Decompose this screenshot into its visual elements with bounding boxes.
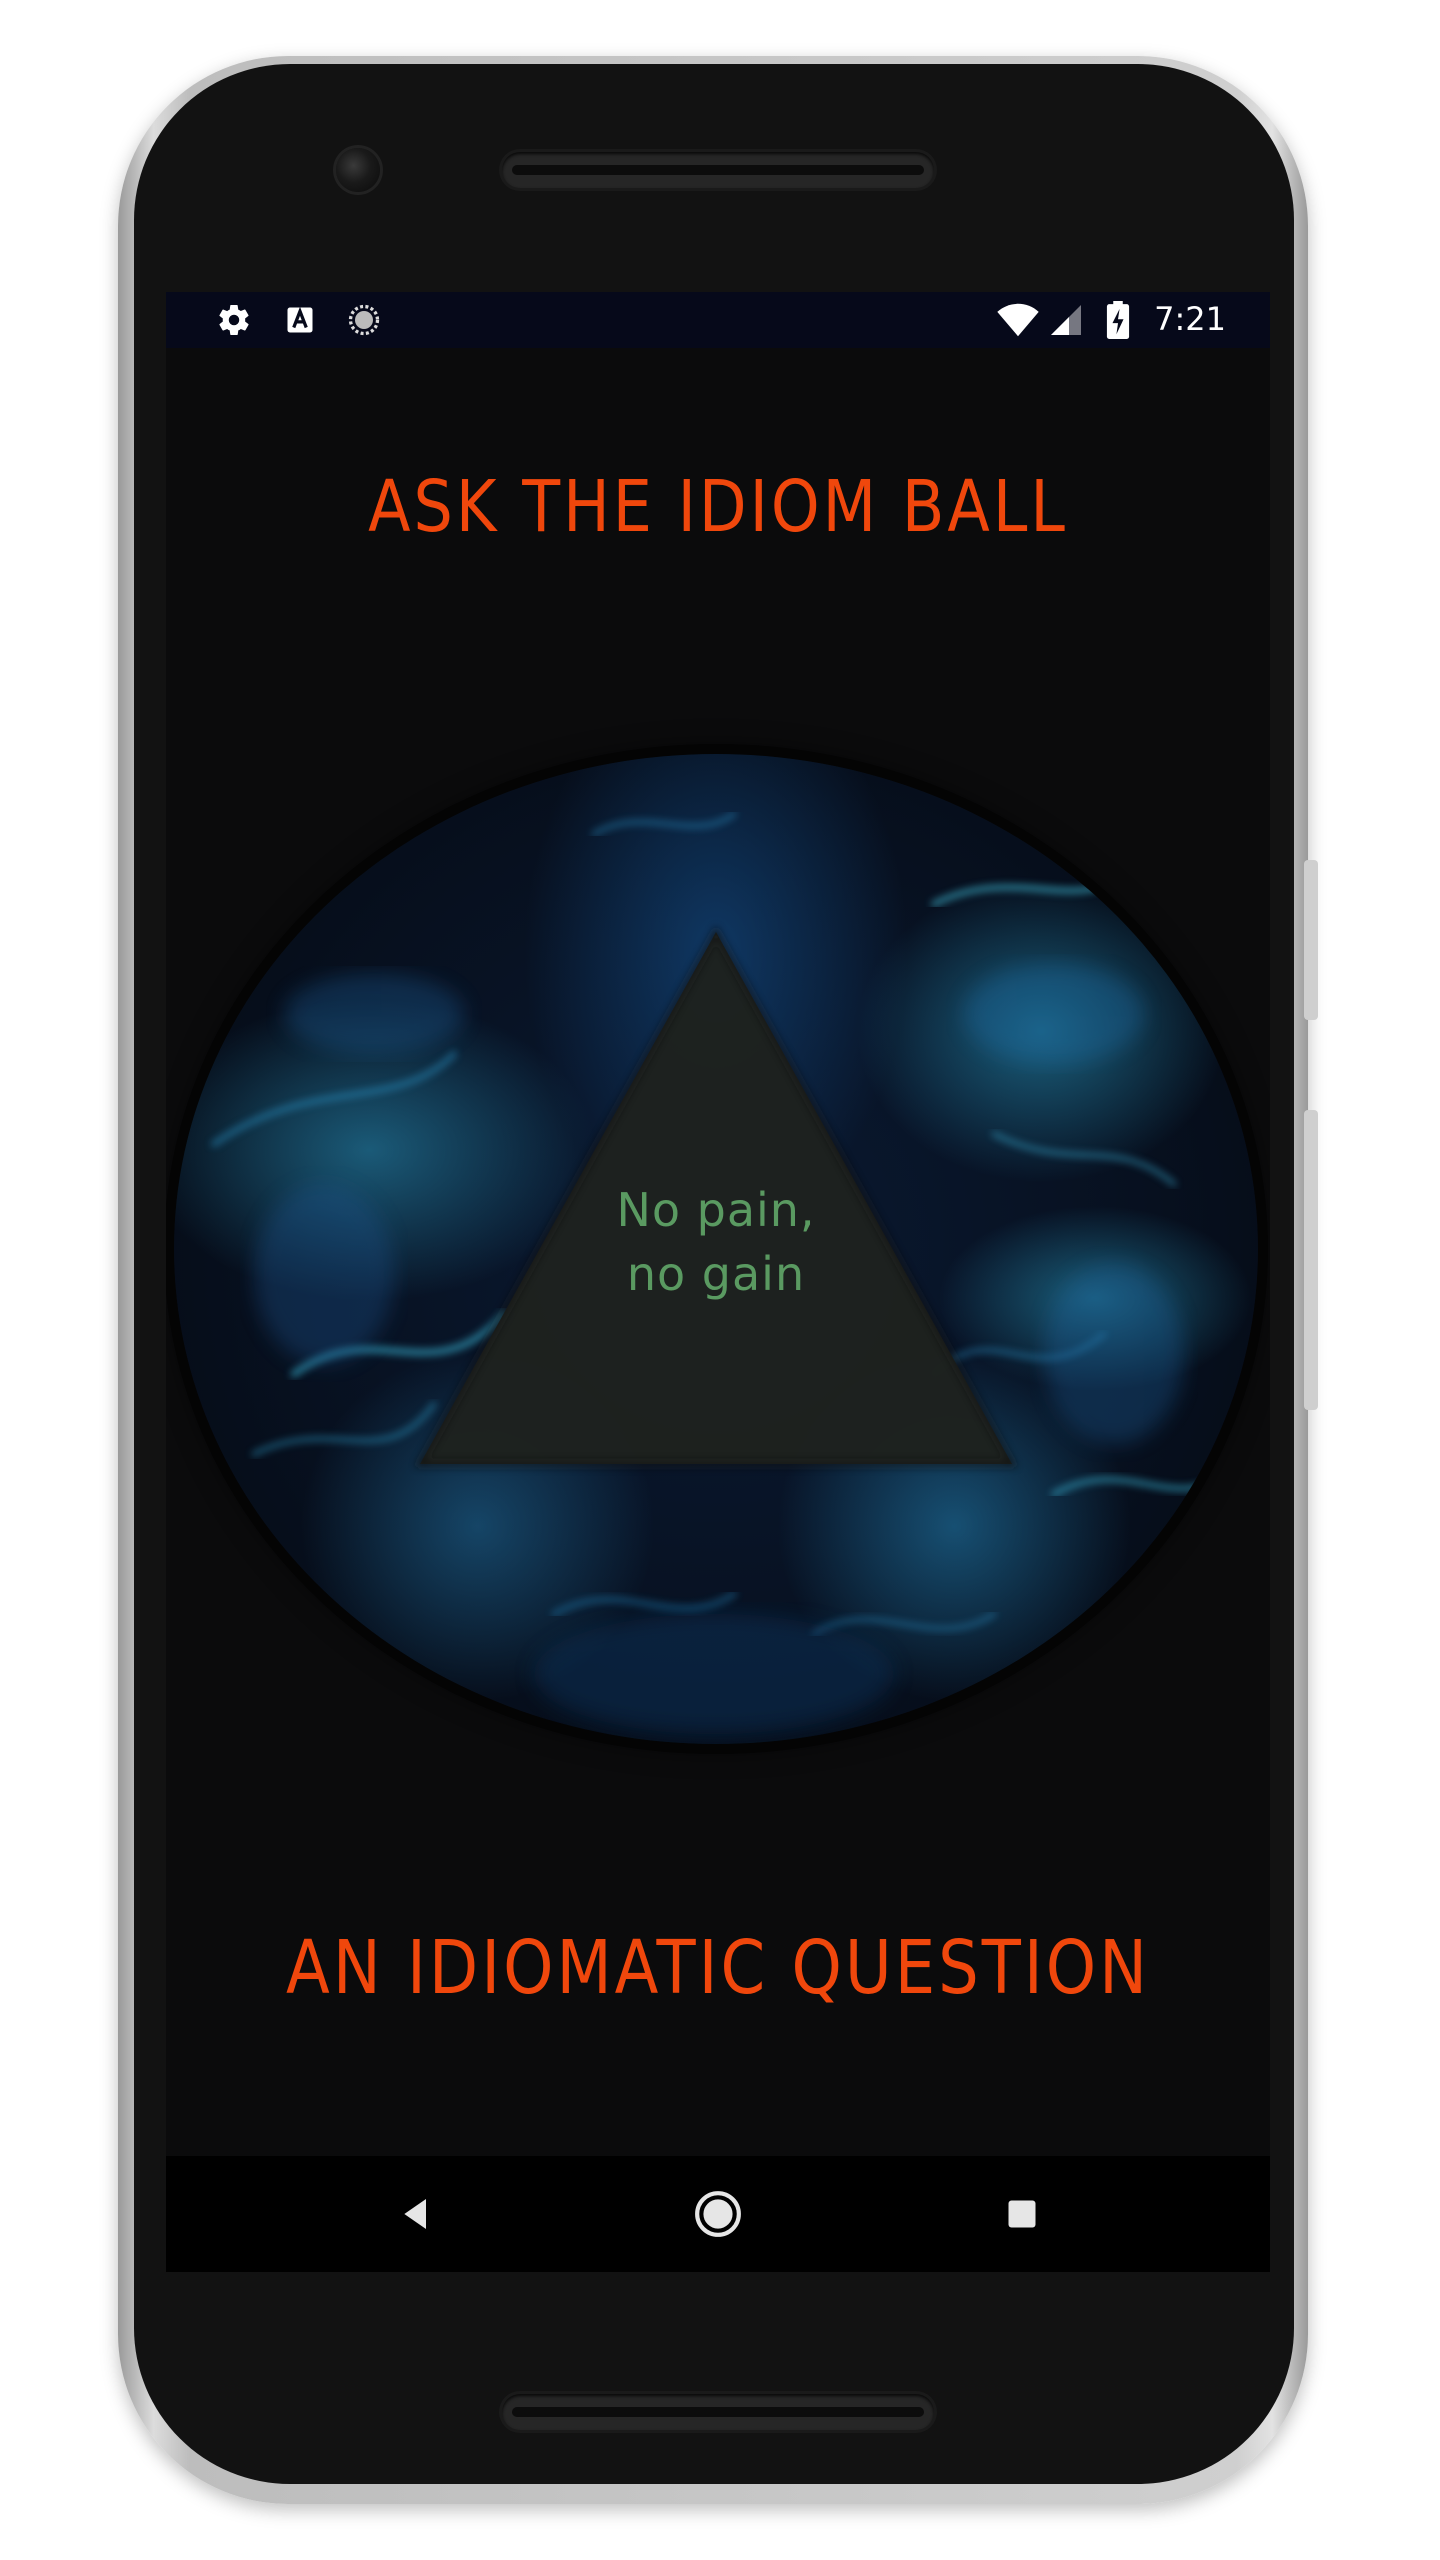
settings-icon — [214, 302, 254, 338]
phone-volume-button — [1304, 1110, 1318, 1410]
answer-text: No pain, no gain — [174, 1178, 1258, 1306]
text-a-icon — [282, 302, 318, 338]
navigation-bar — [166, 2156, 1270, 2272]
bottom-speaker — [502, 2394, 934, 2430]
battery-charging-icon — [1102, 301, 1134, 339]
top-speaker — [502, 152, 934, 188]
home-icon[interactable] — [690, 2186, 746, 2242]
idiom-ball[interactable]: No pain, no gain — [174, 754, 1258, 1744]
wifi-icon — [994, 302, 1042, 338]
answer-line-2: no gain — [626, 1247, 806, 1301]
front-camera — [336, 148, 380, 192]
status-bar: 7:21 — [166, 292, 1270, 348]
recents-icon[interactable] — [994, 2186, 1050, 2242]
sync-circle-icon — [344, 302, 384, 338]
back-icon[interactable] — [388, 2186, 444, 2242]
ask-question-button[interactable]: AN IDIOMATIC QUESTION — [166, 1926, 1270, 2011]
cell-signal-icon — [1046, 302, 1086, 338]
status-time: 7:21 — [1154, 300, 1226, 338]
app-title: ASK THE IDIOM BALL — [368, 464, 1068, 549]
answer-line-1: No pain, — [616, 1183, 816, 1237]
device-screen: 7:21 ASK THE IDIOM BALL No pain, no gain… — [166, 292, 1270, 2272]
phone-power-button — [1304, 860, 1318, 1020]
